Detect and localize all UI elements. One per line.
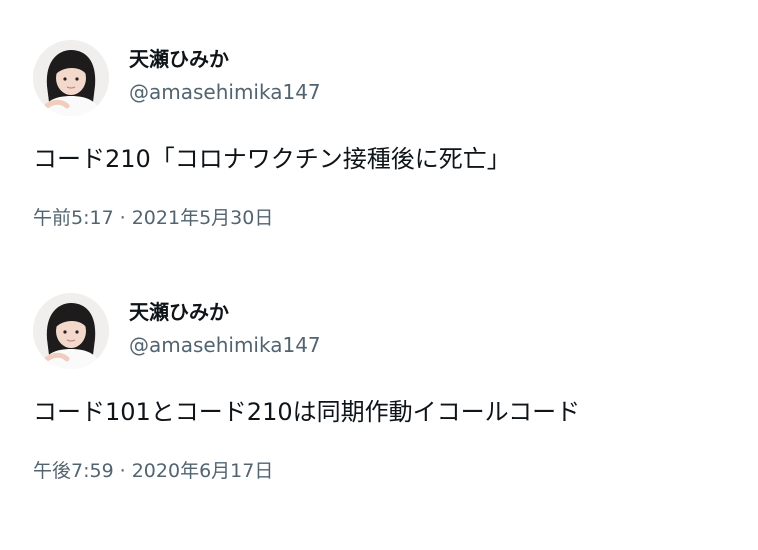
meta-separator: ·: [119, 460, 126, 482]
display-name[interactable]: 天瀬ひみか: [129, 46, 229, 72]
meta-separator: ·: [119, 207, 126, 229]
tweet-date[interactable]: 2021年5月30日: [132, 207, 274, 229]
tweet-timestamp[interactable]: 午前5:17 · 2021年5月30日: [33, 205, 273, 231]
display-name[interactable]: 天瀬ひみか: [129, 299, 229, 325]
tweet-date[interactable]: 2020年6月17日: [132, 460, 274, 482]
tweet-text: コード101とコード210は同期作動イコールコード: [33, 398, 581, 426]
avatar[interactable]: [33, 40, 109, 116]
tweet-time[interactable]: 午前5:17: [33, 207, 114, 229]
profile-photo-icon: [33, 40, 109, 116]
user-handle[interactable]: @amasehimika147: [129, 332, 321, 358]
tweet-text: コード210「コロナワクチン接種後に死亡」: [33, 145, 511, 173]
tweet-timestamp[interactable]: 午後7:59 · 2020年6月17日: [33, 458, 273, 484]
avatar[interactable]: [33, 293, 109, 369]
user-handle[interactable]: @amasehimika147: [129, 79, 321, 105]
tweet-time[interactable]: 午後7:59: [33, 460, 114, 482]
profile-photo-icon: [33, 293, 109, 369]
